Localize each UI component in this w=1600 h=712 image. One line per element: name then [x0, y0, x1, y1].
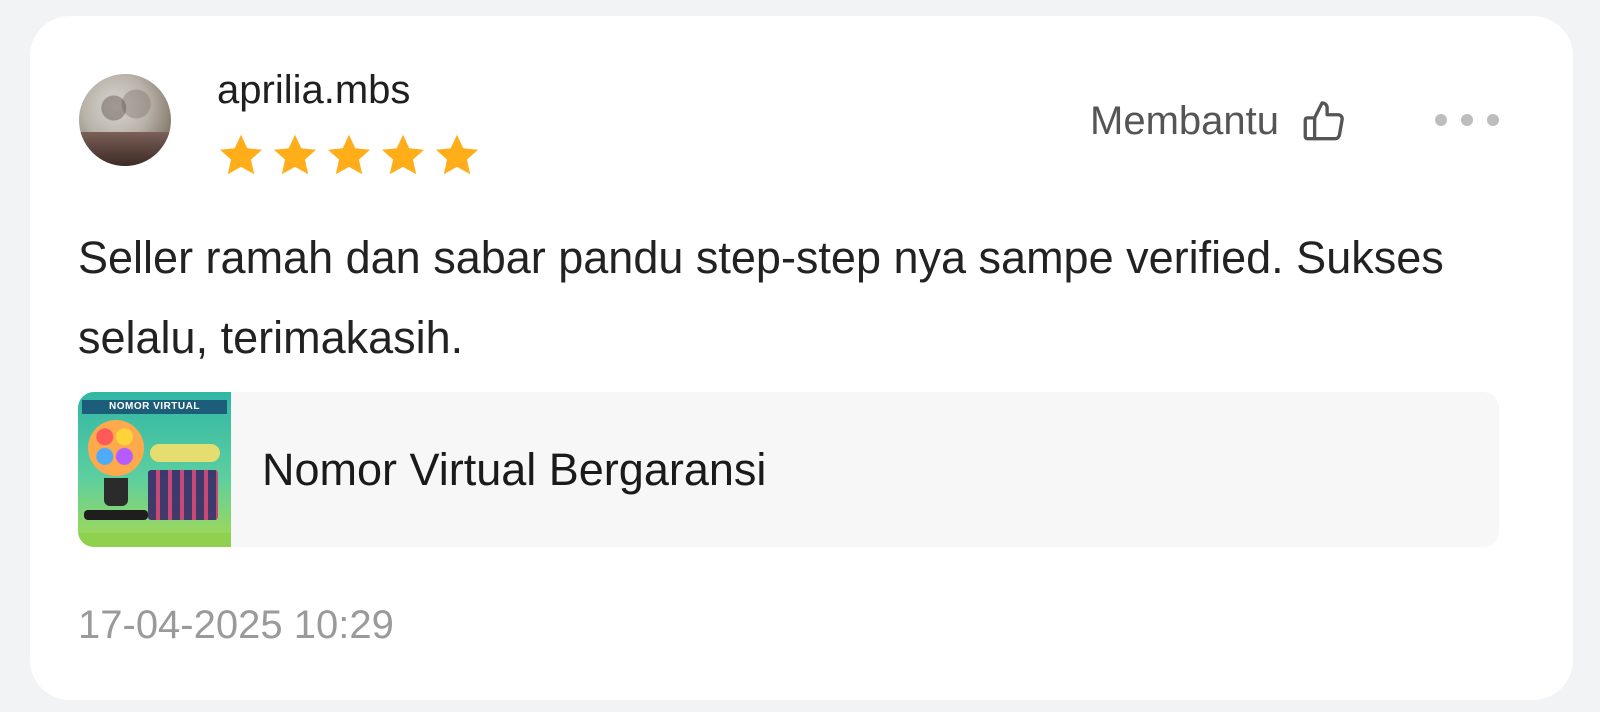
star-icon [273, 134, 317, 175]
star-rating [215, 130, 483, 182]
thumbnail-banner: NOMOR VIRTUAL [82, 400, 227, 414]
thumbs-up-icon [1303, 101, 1344, 141]
avatar[interactable] [79, 74, 171, 166]
star-icon [219, 134, 263, 175]
more-options-icon [1435, 114, 1447, 126]
star-icon [381, 134, 425, 175]
star-icon [327, 134, 371, 175]
review-text: Seller ramah dan sabar pandu step-step n… [78, 232, 1444, 363]
product-title: Nomor Virtual Bergaransi [262, 444, 767, 495]
reviewer-username: aprilia.mbs [217, 68, 411, 112]
helpful-label: Membantu [1090, 99, 1279, 143]
star-icon [435, 134, 479, 175]
product-thumbnail: NOMOR VIRTUAL [78, 392, 231, 547]
helpful-button[interactable]: Membantu [1090, 96, 1349, 146]
more-options-button[interactable] [1435, 110, 1499, 130]
product-link[interactable]: NOMOR VIRTUAL Nomor Virtual Bergaransi [78, 392, 1499, 547]
review-timestamp: 17-04-2025 10:29 [78, 603, 394, 647]
review-card: aprilia.mbs Membantu Seller ramah dan sa… [30, 16, 1573, 700]
